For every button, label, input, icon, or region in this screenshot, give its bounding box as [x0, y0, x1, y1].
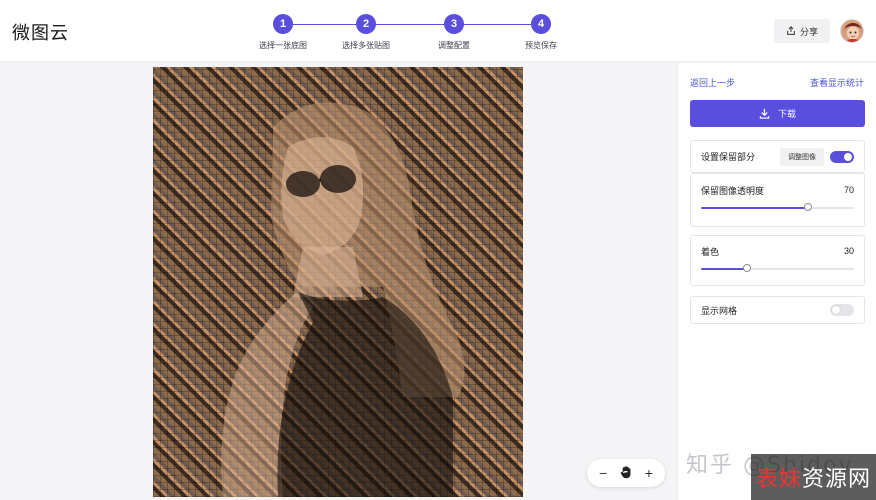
share-label: 分享: [799, 26, 818, 37]
grid-title: 显示网格: [701, 305, 738, 316]
site-watermark-b: 资源网: [802, 466, 872, 491]
share-button[interactable]: 分享: [774, 19, 830, 43]
tint-card: 着色 30: [690, 235, 865, 286]
top-header: 微图云 1 选择一张底图 2 选择多张贴图 3 调整配置 4 预览保存 分享: [0, 0, 876, 62]
step-number: 1: [273, 14, 293, 34]
step-2[interactable]: 2 选择多张贴图: [321, 12, 411, 51]
opacity-card: 保留图像透明度 70: [690, 173, 865, 227]
settings-panel: 返回上一步 查看显示统计 下载 设置保留部分 调整图像 保留图像透明度 70 着…: [677, 63, 876, 500]
step-3[interactable]: 3 调整配置: [409, 12, 499, 51]
preview-canvas[interactable]: − +: [0, 63, 677, 500]
zoom-out-button[interactable]: −: [599, 466, 607, 480]
mosaic-preview-image: [153, 67, 523, 497]
adjust-image-button[interactable]: 调整图像: [780, 147, 824, 166]
opacity-value: 70: [843, 185, 854, 195]
step-number: 2: [356, 14, 376, 34]
step-label: 选择多张贴图: [342, 41, 390, 50]
site-watermark: 表妹 资源网: [751, 454, 876, 500]
toggle-knob: [832, 306, 840, 314]
zoom-in-button[interactable]: +: [645, 466, 653, 480]
step-number: 3: [444, 14, 464, 34]
tint-slider[interactable]: [701, 264, 854, 274]
slider-thumb[interactable]: [742, 264, 751, 272]
slider-thumb[interactable]: [804, 203, 813, 211]
step-number: 4: [531, 14, 551, 34]
opacity-slider[interactable]: [701, 203, 854, 213]
opacity-title: 保留图像透明度: [701, 185, 765, 196]
download-label: 下载: [777, 109, 796, 119]
toggle-knob: [844, 152, 852, 161]
portrait-overlay: [221, 102, 465, 497]
hand-pan-icon[interactable]: [619, 465, 633, 481]
slider-fill: [701, 207, 809, 209]
download-button[interactable]: 下载: [690, 100, 865, 127]
step-label: 选择一张底图: [259, 41, 307, 50]
step-4[interactable]: 4 预览保存: [496, 12, 586, 51]
avatar-image: [841, 20, 863, 42]
download-icon: [759, 108, 770, 119]
grid-toggle[interactable]: [830, 304, 854, 316]
keep-part-title: 设置保留部分: [701, 152, 756, 162]
tint-title: 着色: [701, 246, 720, 257]
keep-part-toggle[interactable]: [830, 150, 854, 163]
share-icon: [787, 26, 795, 35]
zoom-toolbar: − +: [587, 459, 665, 487]
step-label: 调整配置: [438, 41, 470, 50]
site-watermark-a: 表妹: [755, 466, 802, 491]
app-logo[interactable]: 微图云: [12, 19, 69, 45]
step-label: 预览保存: [525, 41, 557, 50]
grid-card: 显示网格: [690, 296, 865, 324]
step-1[interactable]: 1 选择一张底图: [238, 12, 328, 51]
slider-fill: [701, 268, 747, 270]
keep-part-card: 设置保留部分 调整图像: [690, 140, 865, 173]
tint-value: 30: [843, 246, 854, 256]
view-stats-link[interactable]: 查看显示统计: [810, 76, 864, 89]
user-avatar[interactable]: [840, 19, 864, 43]
wizard-steps: 1 选择一张底图 2 选择多张贴图 3 调整配置 4 预览保存: [240, 12, 580, 56]
back-link[interactable]: 返回上一步: [690, 76, 735, 89]
